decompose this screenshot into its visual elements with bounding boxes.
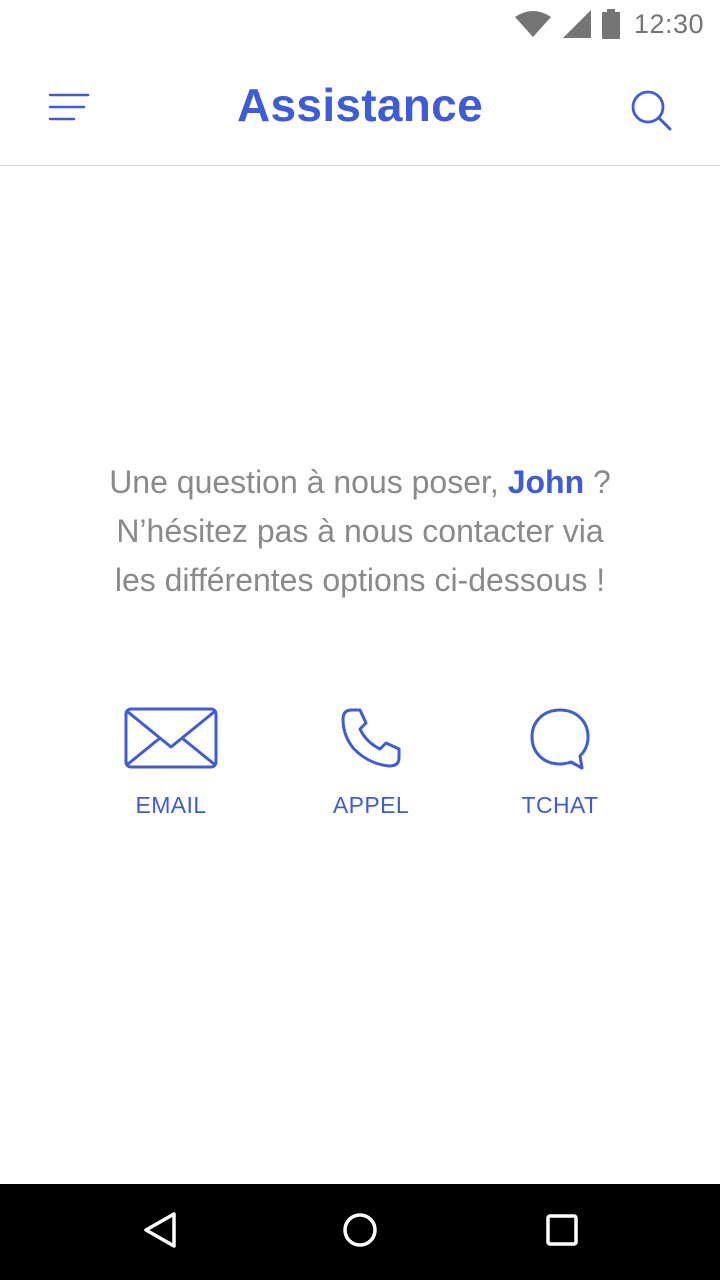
back-icon bbox=[142, 1210, 178, 1255]
chat-option[interactable]: TCHAT bbox=[480, 700, 640, 830]
search-button[interactable] bbox=[622, 83, 682, 143]
contact-options: EMAIL APPEL TCHAT bbox=[0, 700, 720, 840]
help-message: Une question à nous poser, John ? N’hési… bbox=[40, 458, 680, 605]
message-line-3: les différentes options ci-dessous ! bbox=[114, 562, 606, 598]
app-bar: Assistance bbox=[0, 48, 720, 166]
home-icon bbox=[342, 1212, 378, 1253]
page-title: Assistance bbox=[237, 79, 483, 131]
status-bar: 12:30 bbox=[0, 0, 720, 48]
chat-bubble-icon bbox=[528, 700, 592, 776]
email-label: EMAIL bbox=[135, 792, 207, 818]
call-label: APPEL bbox=[332, 792, 410, 818]
home-button[interactable] bbox=[330, 1202, 390, 1262]
status-time: 12:30 bbox=[633, 8, 704, 39]
battery-icon bbox=[601, 9, 620, 39]
phone-icon bbox=[339, 700, 403, 776]
back-button[interactable] bbox=[130, 1202, 190, 1262]
user-name: John bbox=[507, 464, 585, 500]
wifi-icon bbox=[514, 10, 552, 38]
signal-icon bbox=[562, 9, 592, 39]
recents-button[interactable] bbox=[532, 1202, 592, 1262]
recents-icon bbox=[545, 1213, 579, 1252]
search-icon bbox=[630, 89, 674, 138]
call-option[interactable]: APPEL bbox=[291, 700, 451, 830]
navigation-bar bbox=[0, 1184, 720, 1280]
chat-label: TCHAT bbox=[521, 792, 599, 818]
message-line-2: N’hésitez pas à nous contacter via bbox=[116, 513, 604, 549]
message-line-1: Une question à nous poser, John ? bbox=[40, 458, 680, 507]
message-prefix: Une question à nous poser, bbox=[109, 464, 499, 500]
message-question-mark: ? bbox=[593, 464, 611, 500]
email-option[interactable]: EMAIL bbox=[91, 700, 251, 830]
assistance-screen: 12:30 Assistance Une question à nous pos… bbox=[0, 0, 720, 1280]
envelope-icon bbox=[124, 700, 218, 776]
